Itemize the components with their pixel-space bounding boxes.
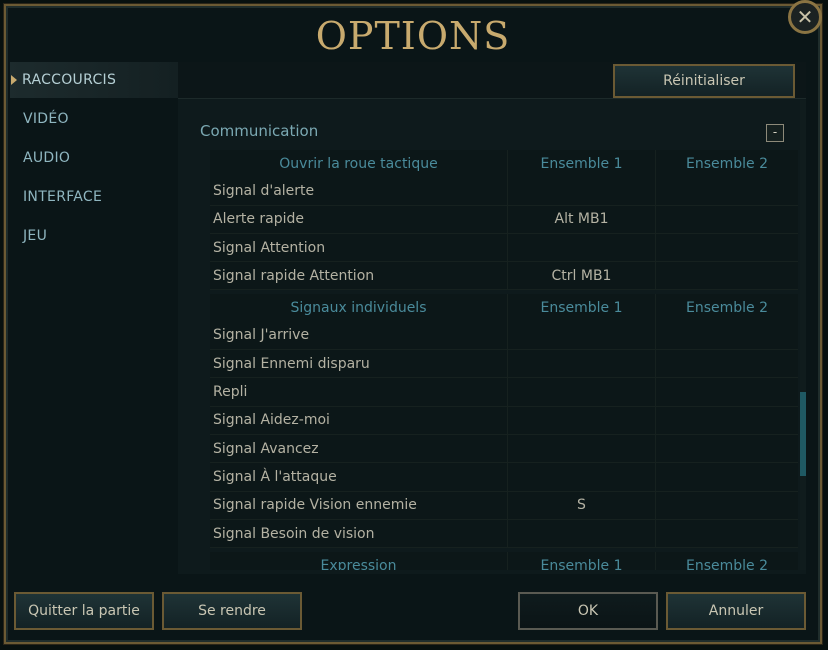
set1-key[interactable]: S (508, 491, 656, 519)
quit-game-button[interactable]: Quitter la partie (14, 592, 154, 630)
action-label: Signal rapide Vision ennemie (210, 491, 508, 519)
set1-header: Ensemble 1 (508, 294, 656, 322)
sidebar-item-audio[interactable]: AUDIO (10, 140, 180, 176)
action-label: Signal Ennemi disparu (210, 350, 508, 378)
binding-row: Repli (210, 378, 798, 407)
set1-key[interactable] (508, 463, 656, 491)
reset-button[interactable]: Réinitialiser (613, 64, 795, 98)
binding-row: Signal rapide Vision ennemie S (210, 491, 798, 520)
set1-key[interactable] (508, 519, 656, 548)
action-label: Signal Besoin de vision (210, 519, 508, 548)
set2-key[interactable] (656, 463, 798, 490)
group-header: Expression Ensemble 1 Ensemble 2 (210, 552, 798, 570)
set2-key[interactable] (656, 378, 798, 405)
binding-row: Signal À l'attaque (210, 463, 798, 492)
set1-key[interactable] (508, 177, 656, 205)
action-label: Signal À l'attaque (210, 463, 508, 491)
binding-row: Signal rapide Attention Ctrl MB1 (210, 262, 798, 291)
set2-key[interactable] (656, 492, 798, 519)
group-title: Ouvrir la roue tactique (210, 150, 508, 178)
collapse-button[interactable]: - (766, 124, 784, 142)
set1-key[interactable]: Ctrl MB1 (508, 262, 656, 290)
group-title: Expression (210, 552, 508, 570)
set1-key[interactable] (508, 321, 656, 350)
surrender-button[interactable]: Se rendre (162, 592, 302, 630)
set1-key[interactable] (508, 406, 656, 434)
binding-row: Signal Aidez-moi (210, 406, 798, 435)
set1-key[interactable] (508, 350, 656, 378)
set2-key[interactable] (656, 520, 798, 547)
sidebar-item-video[interactable]: VIDÉO (10, 101, 180, 137)
sidebar: RACCOURCIS VIDÉO AUDIO INTERFACE JEU (10, 62, 180, 257)
binding-row: Signal Ennemi disparu (210, 350, 798, 379)
action-label: Repli (210, 378, 508, 406)
set2-key[interactable] (656, 407, 798, 434)
section-title: Communication (200, 122, 319, 140)
panel-toolbar: Réinitialiser (178, 62, 806, 99)
action-label: Signal Avancez (210, 434, 508, 463)
scrollbar-thumb[interactable] (800, 392, 806, 476)
action-label: Signal rapide Attention (210, 262, 508, 290)
close-button[interactable]: ✕ (788, 0, 822, 34)
set2-key[interactable] (656, 262, 798, 289)
hotkeys-panel: Réinitialiser Communication - Ouvrir la … (178, 62, 806, 574)
set1-header: Ensemble 1 (508, 552, 656, 570)
binding-row: Signal Besoin de vision (210, 519, 798, 549)
action-label: Signal d'alerte (210, 177, 508, 205)
set2-key[interactable] (656, 206, 798, 233)
set2-key[interactable] (656, 234, 798, 261)
action-label: Signal Aidez-moi (210, 406, 508, 434)
binding-row: Alerte rapide Alt MB1 (210, 205, 798, 234)
sidebar-item-jeu[interactable]: JEU (10, 218, 180, 254)
group-header: Ouvrir la roue tactique Ensemble 1 Ensem… (210, 150, 798, 178)
set2-header: Ensemble 2 (685, 557, 768, 570)
set1-key[interactable] (508, 378, 656, 406)
cancel-button[interactable]: Annuler (666, 592, 806, 630)
sidebar-item-raccourcis[interactable]: RACCOURCIS (10, 62, 180, 98)
action-label: Alerte rapide (210, 205, 508, 233)
binding-row: Signal Avancez (210, 434, 798, 464)
set2-key[interactable] (656, 322, 798, 349)
bindings-tables: Ouvrir la roue tactique Ensemble 1 Ensem… (210, 150, 798, 570)
ok-button[interactable]: OK (518, 592, 658, 630)
action-label: Signal J'arrive (210, 321, 508, 350)
set1-key[interactable] (508, 434, 656, 463)
set1-key[interactable]: Alt MB1 (508, 205, 656, 233)
minus-icon: - (772, 125, 778, 139)
bindings-scroll-area[interactable]: Communication - Ouvrir la roue tactique … (178, 100, 800, 570)
set2-header: Ensemble 2 (685, 300, 768, 317)
binding-row: Signal J'arrive (210, 321, 798, 351)
action-label: Signal Attention (210, 233, 508, 262)
scrollbar[interactable] (800, 100, 806, 570)
set2-key[interactable] (656, 177, 798, 204)
sidebar-item-interface[interactable]: INTERFACE (10, 179, 180, 215)
set2-header: Ensemble 2 (685, 155, 768, 172)
close-icon: ✕ (796, 5, 814, 29)
window-title: OPTIONS (315, 14, 511, 58)
set1-header: Ensemble 1 (508, 150, 656, 178)
binding-row: Signal Attention (210, 233, 798, 263)
group-header: Signaux individuels Ensemble 1 Ensemble … (210, 294, 798, 322)
set2-key[interactable] (656, 435, 798, 462)
group-title: Signaux individuels (210, 294, 508, 322)
set2-key[interactable] (656, 350, 798, 377)
set1-key[interactable] (508, 233, 656, 262)
binding-row: Signal d'alerte (210, 177, 798, 206)
